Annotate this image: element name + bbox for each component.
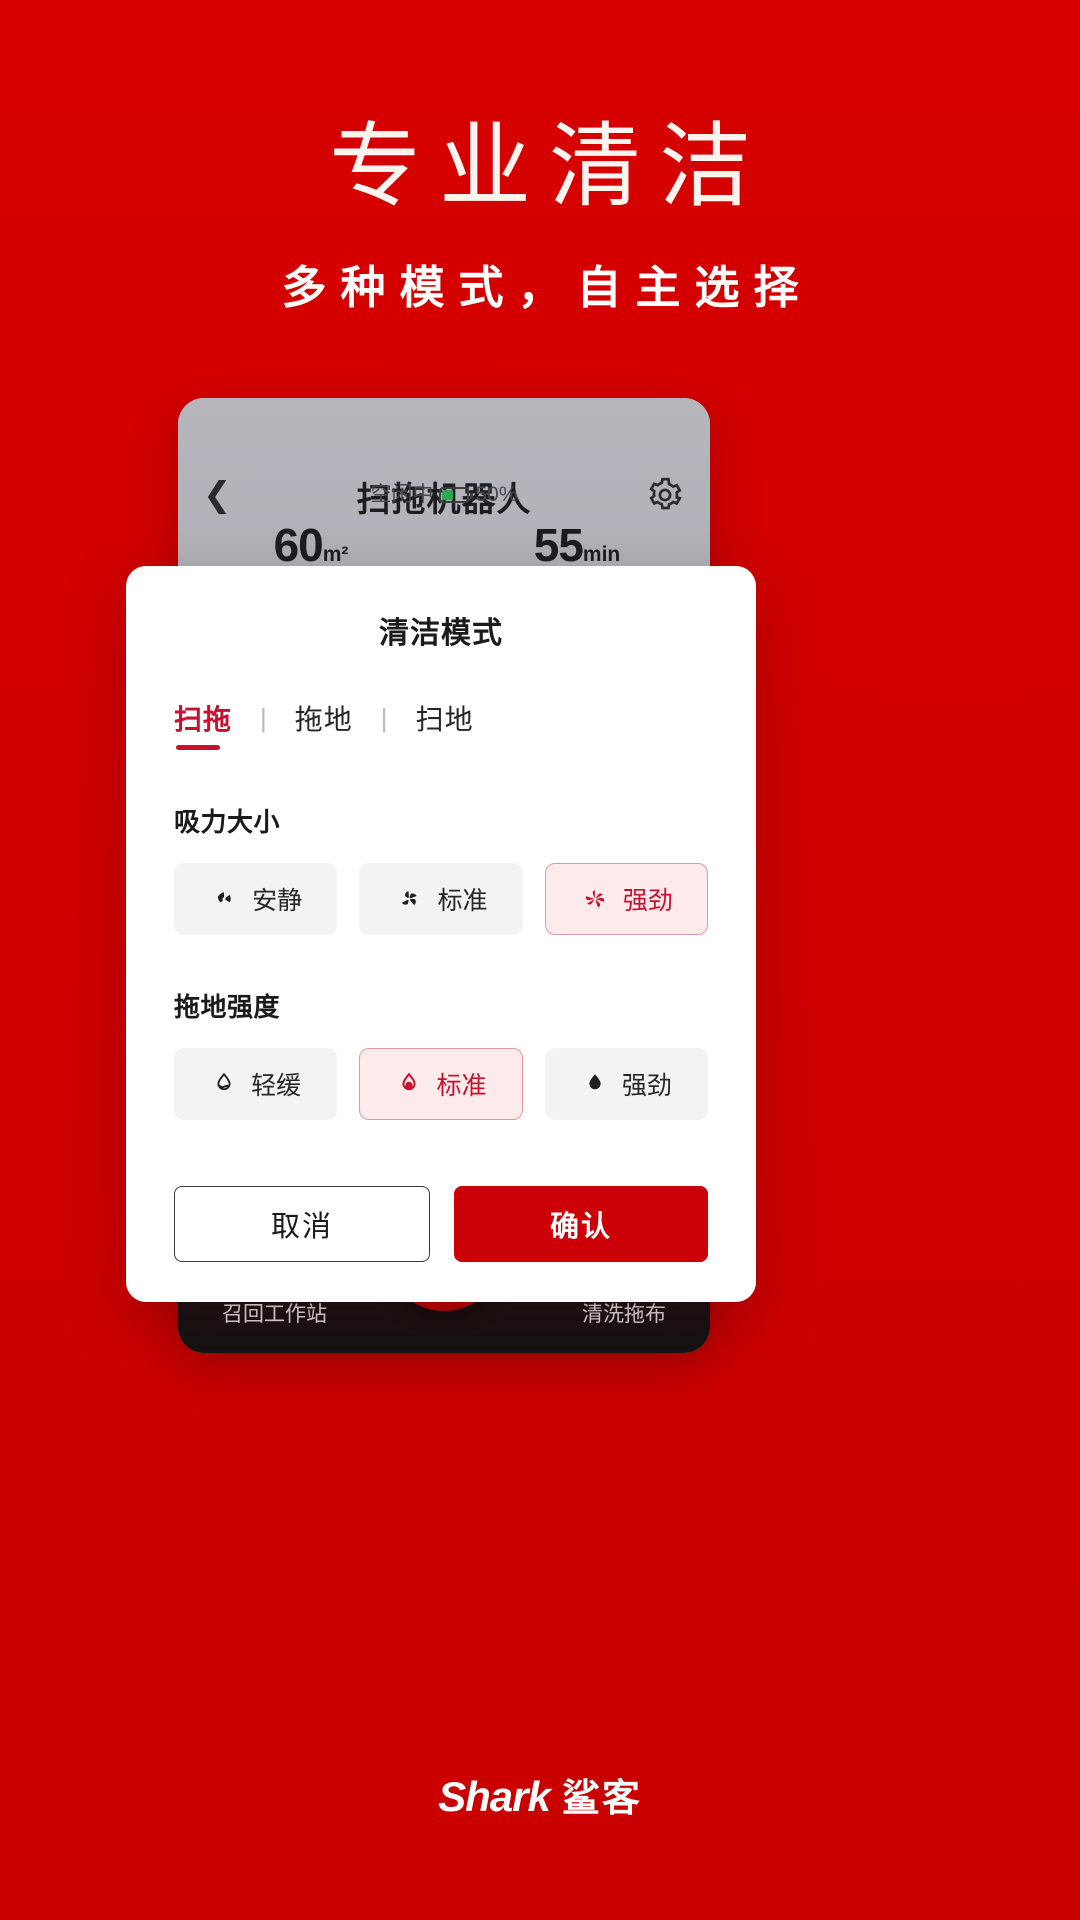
- clean-mode-dialog: 清洁模式 扫拖 | 拖地 | 扫地 吸力大小 安静 标准 强劲 拖地强度 轻缓 …: [126, 566, 756, 1302]
- mop-option-strong[interactable]: 强劲: [544, 1048, 708, 1120]
- mop-option-label: 轻缓: [251, 1072, 302, 1100]
- brand-logo: Shark 鲨客: [0, 1767, 1080, 1822]
- dialog-actions: 取消 确认: [174, 1186, 708, 1262]
- confirm-button[interactable]: 确认: [454, 1186, 708, 1262]
- suction-option-standard[interactable]: 标准: [359, 863, 523, 935]
- suction-option-label: 标准: [437, 887, 488, 915]
- suction-option-label: 强劲: [622, 887, 673, 915]
- stat-value: 60: [273, 519, 324, 571]
- stat-value: 55: [533, 519, 584, 571]
- hero-block: 专业清洁 多种模式，自主选择: [0, 116, 1080, 316]
- droplet-low-icon: [210, 1070, 238, 1098]
- cancel-button[interactable]: 取消: [174, 1186, 430, 1262]
- fan-3-blade-icon: [209, 884, 239, 914]
- suction-option-label: 安静: [252, 887, 303, 915]
- mop-section-label: 拖地强度: [174, 992, 281, 1022]
- suction-option-quiet[interactable]: 安静: [174, 863, 338, 935]
- fan-5-blade-icon: [394, 884, 424, 914]
- dialog-title: 清洁模式: [379, 617, 503, 650]
- tab-divider: |: [380, 702, 388, 733]
- poster-background: 专业清洁 多种模式，自主选择 ❮ 扫拖机器人 空闲中50% 60m² 清扫面积: [0, 0, 1080, 1920]
- mop-option-label: 标准: [436, 1072, 487, 1100]
- suction-options: 安静 标准 强劲: [174, 863, 708, 935]
- page-title: 专业清洁: [328, 116, 769, 218]
- wash-mop-label: 清洗拖布: [582, 1303, 666, 1326]
- battery-charging-icon: [439, 487, 474, 503]
- status-text: 空闲中: [370, 483, 434, 506]
- tab-sweep-mop[interactable]: 扫拖: [174, 698, 232, 750]
- fan-turbine-icon: [580, 884, 610, 914]
- mop-option-light[interactable]: 轻缓: [174, 1048, 338, 1120]
- brand-name: Shark: [438, 1773, 551, 1820]
- suction-section-label: 吸力大小: [174, 807, 281, 837]
- mode-tabs: 扫拖 | 拖地 | 扫地: [174, 698, 708, 750]
- recall-dock-label: 召回工作站: [222, 1303, 327, 1326]
- tab-mop[interactable]: 拖地: [295, 698, 353, 750]
- brand-name-cn: 鲨客: [561, 1778, 642, 1820]
- mop-option-standard[interactable]: 标准: [359, 1048, 523, 1120]
- tab-sweep[interactable]: 扫地: [416, 698, 474, 750]
- stat-unit: min: [582, 543, 621, 566]
- device-status: 空闲中 50%: [178, 478, 710, 508]
- tab-divider: |: [260, 702, 267, 733]
- battery-level: 50%: [475, 483, 518, 506]
- droplet-mid-icon: [395, 1070, 423, 1098]
- stat-unit: m²: [322, 543, 349, 566]
- mop-options: 轻缓 标准 强劲: [174, 1048, 708, 1120]
- page-subtitle: 多种模式，自主选择: [281, 262, 813, 314]
- suction-option-turbo[interactable]: 强劲: [544, 863, 708, 935]
- droplet-full-icon: [581, 1070, 609, 1098]
- mop-option-label: 强劲: [621, 1072, 672, 1100]
